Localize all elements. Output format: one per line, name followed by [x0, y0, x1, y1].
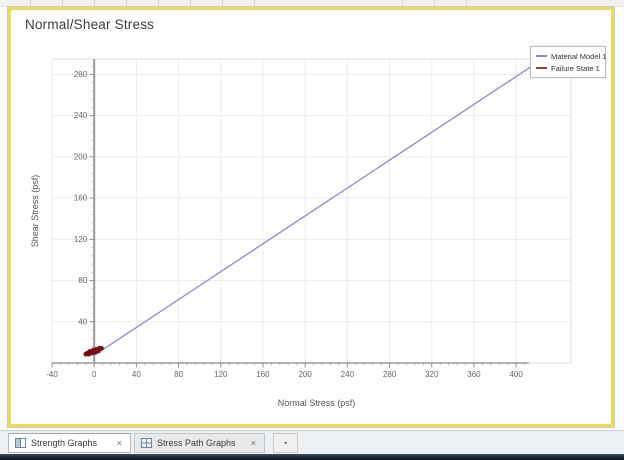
tab-label: Strength Graphs	[31, 438, 98, 448]
failure-state-line-icon	[536, 67, 547, 69]
svg-text:120: 120	[74, 235, 88, 244]
svg-text:160: 160	[256, 370, 270, 379]
svg-text:80: 80	[174, 370, 183, 379]
svg-text:280: 280	[383, 370, 397, 379]
tab-stress-path-graphs[interactable]: Stress Path Graphs ×	[134, 433, 265, 453]
svg-text:400: 400	[509, 370, 523, 379]
split-pane-icon	[15, 438, 26, 448]
bottom-tab-area: Strength Graphs × Stress Path Graphs × ▪	[0, 430, 624, 460]
svg-text:320: 320	[425, 370, 439, 379]
svg-text:160: 160	[74, 194, 88, 203]
graph-panel-gold-border: Normal/Shear Stress -40 0 40 80 120 160 200 240…	[8, 7, 614, 427]
grid-pane-icon	[141, 438, 152, 448]
svg-text:360: 360	[467, 370, 481, 379]
x-tick-labels: -40 0 40 80 120 160 200 240 280 320 360 400	[46, 363, 523, 379]
document-tabbar: Strength Graphs × Stress Path Graphs × ▪	[0, 433, 624, 453]
x-axis-title: Normal Stress (psf)	[278, 398, 356, 408]
svg-text:40: 40	[78, 317, 87, 326]
graph-panel: Normal/Shear Stress -40 0 40 80 120 160 200 240…	[7, 6, 615, 428]
add-tab-button[interactable]: ▪	[273, 433, 298, 453]
legend-item-failure-state: Failure State 1	[536, 62, 601, 74]
svg-text:120: 120	[214, 370, 228, 379]
svg-text:0: 0	[92, 370, 97, 379]
tab-label: Stress Path Graphs	[157, 438, 236, 448]
svg-text:200: 200	[74, 152, 88, 161]
legend-label: Material Model 1	[551, 51, 607, 61]
close-icon[interactable]: ×	[115, 438, 124, 449]
legend-item-material-model: Material Model 1	[536, 50, 606, 62]
bottom-window-edge	[0, 454, 624, 460]
svg-text:240: 240	[341, 370, 355, 379]
svg-text:200: 200	[298, 370, 312, 379]
legend-label: Failure State 1	[551, 63, 600, 73]
graph-panel-content: Normal/Shear Stress -40 0 40 80 120 160 200 240…	[11, 10, 611, 424]
svg-text:80: 80	[78, 276, 87, 285]
tab-strength-graphs[interactable]: Strength Graphs ×	[8, 433, 131, 453]
normal-shear-stress-chart: -40 0 40 80 120 160 200 240 280 320 360 400 40 80 120 1…	[30, 58, 572, 408]
svg-text:-40: -40	[46, 370, 58, 379]
svg-text:40: 40	[132, 370, 141, 379]
y-axis-title: Shear Stress (psf)	[30, 175, 40, 248]
chart-legend: Material Model 1 Failure State 1	[530, 46, 606, 78]
svg-text:240: 240	[74, 111, 88, 120]
close-icon[interactable]: ×	[249, 438, 258, 449]
svg-text:280: 280	[74, 70, 88, 79]
material-model-line-icon	[536, 55, 547, 57]
